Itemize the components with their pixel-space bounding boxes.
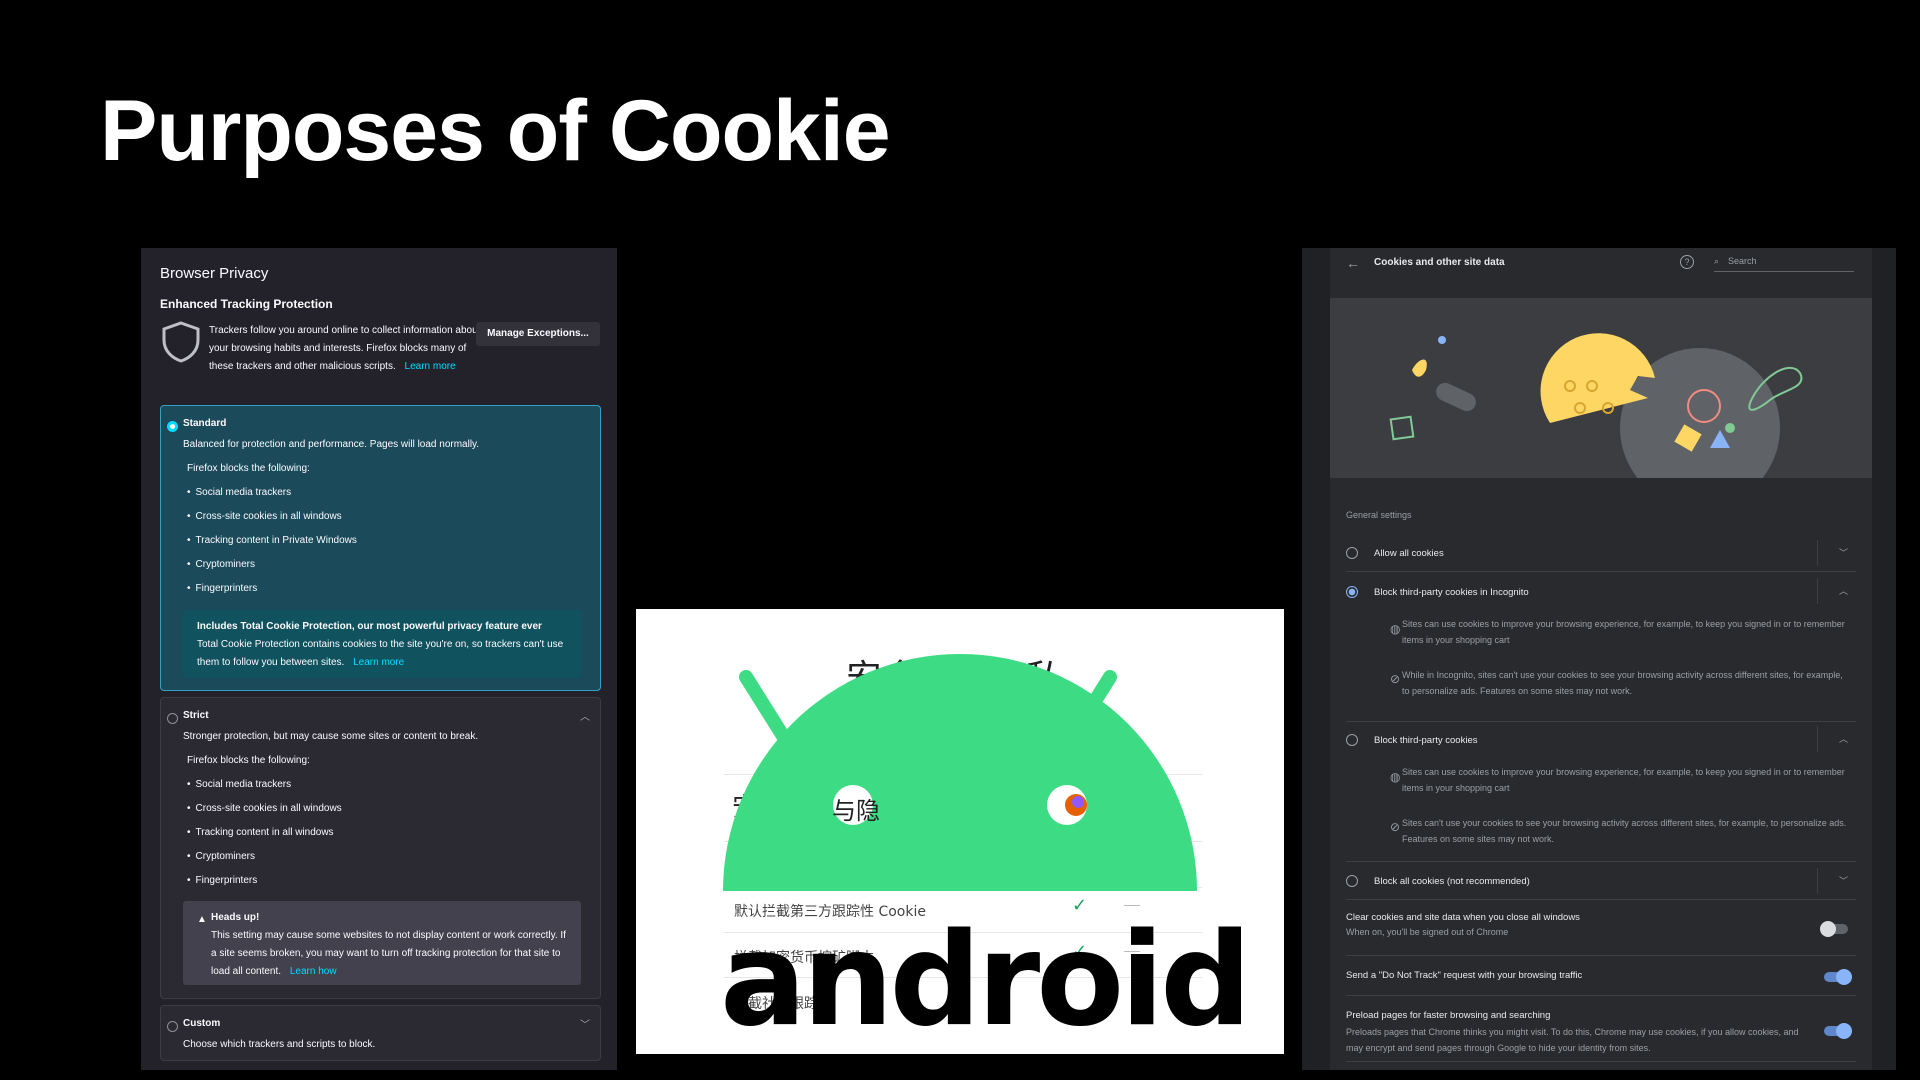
option-detail: While in Incognito, sites can't use your… <box>1402 670 1843 696</box>
chevron-up-icon[interactable]: ︿ <box>1839 584 1848 597</box>
radio-block-all[interactable] <box>1346 875 1358 887</box>
page-title: Cookies and other site data <box>1374 257 1505 268</box>
search-placeholder: Search <box>1728 256 1757 266</box>
chrome-settings-card: ← Cookies and other site data ? ⌕ Search… <box>1330 248 1872 1070</box>
standard-radio[interactable] <box>167 421 178 432</box>
firefox-privacy-panel: Browser Privacy Enhanced Tracking Protec… <box>141 248 617 1070</box>
standard-block-list: Social media trackers Cross-site cookies… <box>187 481 357 601</box>
learn-how-link[interactable]: Learn how <box>290 966 337 977</box>
protection-option-standard[interactable]: Standard Balanced for protection and per… <box>160 405 601 691</box>
option-block-all-cookies[interactable]: Block all cookies (not recommended) ﹀ <box>1346 862 1856 900</box>
option-allow-all-cookies[interactable]: Allow all cookies ﹀ <box>1346 534 1856 572</box>
divider <box>1817 578 1818 604</box>
tcp-learn-more-link[interactable]: Learn more <box>353 657 404 668</box>
setting-label: Preload pages for faster browsing and se… <box>1346 1010 1551 1021</box>
learn-more-link[interactable]: Learn more <box>405 361 456 372</box>
custom-desc: Choose which trackers and scripts to blo… <box>183 1039 376 1050</box>
option-block-third-party-cookies[interactable]: Block third-party cookies ︿ ◍ Sites can … <box>1346 722 1856 862</box>
chevron-up-icon[interactable]: ︿ <box>580 708 590 723</box>
slide-title: Purposes of Cookie <box>100 83 891 179</box>
chevron-down-icon[interactable]: ﹀ <box>580 1016 590 1031</box>
etp-heading: Enhanced Tracking Protection <box>160 297 333 311</box>
divider <box>1817 540 1818 566</box>
setting-do-not-track[interactable]: Send a "Do Not Track" request with your … <box>1346 956 1856 996</box>
option-label: Allow all cookies <box>1374 548 1444 559</box>
chevron-up-icon[interactable]: ︿ <box>1839 732 1848 745</box>
list-item: Cross-site cookies in all windows <box>187 797 342 821</box>
heads-up-body: This setting may cause some websites to … <box>211 930 566 977</box>
option-detail: Sites can use cookies to improve your br… <box>1402 619 1845 645</box>
strict-block-list: Social media trackers Cross-site cookies… <box>187 773 342 893</box>
list-item: Cryptominers <box>187 845 342 869</box>
setting-clear-on-exit[interactable]: Clear cookies and site data when you clo… <box>1346 900 1856 956</box>
protection-option-custom[interactable]: Custom ﹀ Choose which trackers and scrip… <box>160 1005 601 1061</box>
help-icon[interactable]: ? <box>1680 255 1694 269</box>
search-icon: ⌕ <box>1714 256 1720 266</box>
firefox-panel-header: Browser Privacy <box>160 265 269 282</box>
cookie-icon: ◍ <box>1390 622 1401 636</box>
chevron-down-icon[interactable]: ﹀ <box>1839 546 1848 559</box>
standard-desc: Balanced for protection and performance.… <box>183 439 480 450</box>
option-detail: Sites can't use your cookies to see your… <box>1402 818 1847 844</box>
heads-up-title: Heads up! <box>211 912 260 923</box>
setting-desc: Preloads pages that Chrome thinks you mi… <box>1346 1027 1799 1053</box>
divider <box>1817 868 1818 894</box>
setting-preload-pages[interactable]: Preload pages for faster browsing and se… <box>1346 996 1856 1062</box>
strict-radio[interactable] <box>167 713 178 724</box>
setting-desc: When on, you'll be signed out of Chrome <box>1346 927 1509 937</box>
shield-icon <box>162 321 200 363</box>
heads-up-note: ▲ Heads up! This setting may cause some … <box>183 901 581 985</box>
option-block-third-party-incognito[interactable]: Block third-party cookies in Incognito ︿… <box>1346 572 1856 722</box>
standard-title: Standard <box>183 418 227 429</box>
list-item: Tracking content in Private Windows <box>187 529 357 553</box>
chevron-down-icon[interactable]: ﹀ <box>1839 874 1848 887</box>
list-item: Cryptominers <box>187 553 357 577</box>
block-icon: ⊘ <box>1390 672 1401 686</box>
chrome-cookie-settings-panel: ← Cookies and other site data ? ⌕ Search… <box>1302 248 1896 1070</box>
setting-label: Send a "Do Not Track" request with your … <box>1346 970 1583 981</box>
cookie-icon: ◍ <box>1390 770 1401 784</box>
strict-desc: Stronger protection, but may cause some … <box>183 731 479 742</box>
cn-column-heading-partial: 与隐 <box>832 797 880 825</box>
protection-option-strict[interactable]: Strict ︿ Stronger protection, but may ca… <box>160 697 601 999</box>
block-icon: ⊘ <box>1390 820 1401 834</box>
custom-radio[interactable] <box>167 1021 178 1032</box>
do-not-track-toggle[interactable] <box>1824 969 1852 985</box>
divider <box>1817 726 1818 752</box>
custom-title: Custom <box>183 1018 221 1029</box>
option-label: Block third-party cookies <box>1374 735 1478 746</box>
general-settings-heading: General settings <box>1346 510 1412 520</box>
manage-exceptions-button[interactable]: Manage Exceptions... <box>476 322 600 346</box>
strict-blocks-heading: Firefox blocks the following: <box>187 755 310 766</box>
clear-on-exit-toggle[interactable] <box>1820 921 1848 937</box>
tcp-note-title: Includes Total Cookie Protection, our mo… <box>197 621 542 632</box>
list-item: Social media trackers <box>187 773 342 797</box>
radio-block-incognito[interactable] <box>1346 586 1358 598</box>
android-wordmark: android <box>720 906 1252 1054</box>
back-arrow-icon[interactable]: ← <box>1346 255 1360 271</box>
search-input[interactable]: ⌕ Search <box>1714 256 1854 272</box>
strict-title: Strict <box>183 710 209 721</box>
cookie-illustration <box>1330 298 1872 478</box>
list-item: Cross-site cookies in all windows <box>187 505 357 529</box>
total-cookie-protection-note: Includes Total Cookie Protection, our mo… <box>183 610 581 678</box>
preload-pages-toggle[interactable] <box>1824 1023 1852 1039</box>
radio-allow-all[interactable] <box>1346 547 1358 559</box>
radio-block-third-party[interactable] <box>1346 734 1358 746</box>
list-item: Fingerprinters <box>187 577 357 601</box>
android-privacy-image: 安全性与隐私 安 默认拦截第三方跟踪性 Cookie ✓ 拦截加密货币挖矿脚本 … <box>636 609 1284 1054</box>
warning-icon: ▲ <box>197 914 207 925</box>
option-label: Block third-party cookies in Incognito <box>1374 587 1529 598</box>
setting-label: Clear cookies and site data when you clo… <box>1346 912 1580 923</box>
etp-intro: Trackers follow you around online to col… <box>209 322 481 376</box>
option-label: Block all cookies (not recommended) <box>1374 876 1530 887</box>
standard-blocks-heading: Firefox blocks the following: <box>187 463 310 474</box>
list-item: Social media trackers <box>187 481 357 505</box>
option-detail: Sites can use cookies to improve your br… <box>1402 767 1845 793</box>
list-item: Tracking content in all windows <box>187 821 342 845</box>
list-item: Fingerprinters <box>187 869 342 893</box>
